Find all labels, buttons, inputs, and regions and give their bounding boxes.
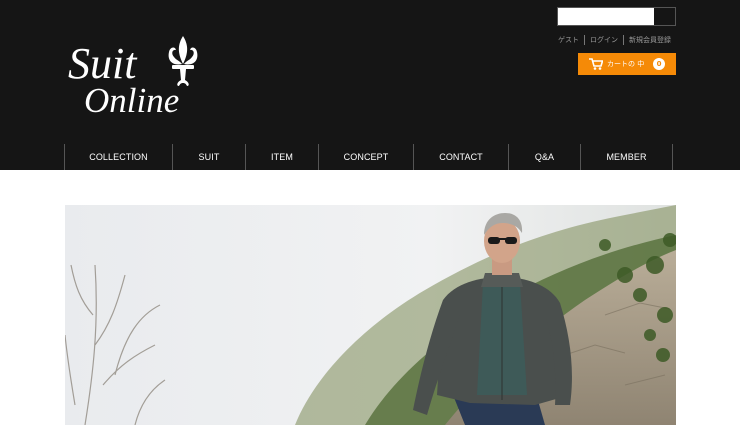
cart-icon xyxy=(589,58,603,70)
hero-image xyxy=(65,205,676,425)
nav-item-qa[interactable]: Q&A xyxy=(509,144,581,170)
cart-label: カートの 中 xyxy=(607,60,645,68)
guest-label: ゲスト xyxy=(558,36,579,44)
nav-item-item[interactable]: ITEM xyxy=(246,144,319,170)
search-box xyxy=(557,7,676,26)
nav-item-member[interactable]: MEMBER xyxy=(581,144,673,170)
utility-links: ゲスト ログイン 新規会員登録 xyxy=(553,34,676,46)
site-logo[interactable]: Suit Online xyxy=(66,34,216,120)
nav-item-contact[interactable]: CONTACT xyxy=(414,144,509,170)
fleur-de-lis-icon xyxy=(168,36,198,86)
site-header: Suit Online ゲスト ログイン 新規会員登録 カートの 中 0 COL… xyxy=(0,0,740,170)
main-nav: COLLECTION SUIT ITEM CONCEPT CONTACT Q&A… xyxy=(64,144,674,170)
search-input[interactable] xyxy=(558,8,654,25)
logo-text-online: Online xyxy=(84,81,179,120)
register-link[interactable]: 新規会員登録 xyxy=(623,35,676,45)
cart-count-badge: 0 xyxy=(653,58,665,70)
nav-item-suit[interactable]: SUIT xyxy=(173,144,246,170)
search-submit-button[interactable] xyxy=(654,8,675,25)
nav-item-collection[interactable]: COLLECTION xyxy=(65,144,173,170)
nav-item-concept[interactable]: CONCEPT xyxy=(319,144,414,170)
cart-button[interactable]: カートの 中 0 xyxy=(578,53,676,75)
hero-photo xyxy=(65,205,676,425)
login-link[interactable]: ログイン xyxy=(584,35,623,45)
